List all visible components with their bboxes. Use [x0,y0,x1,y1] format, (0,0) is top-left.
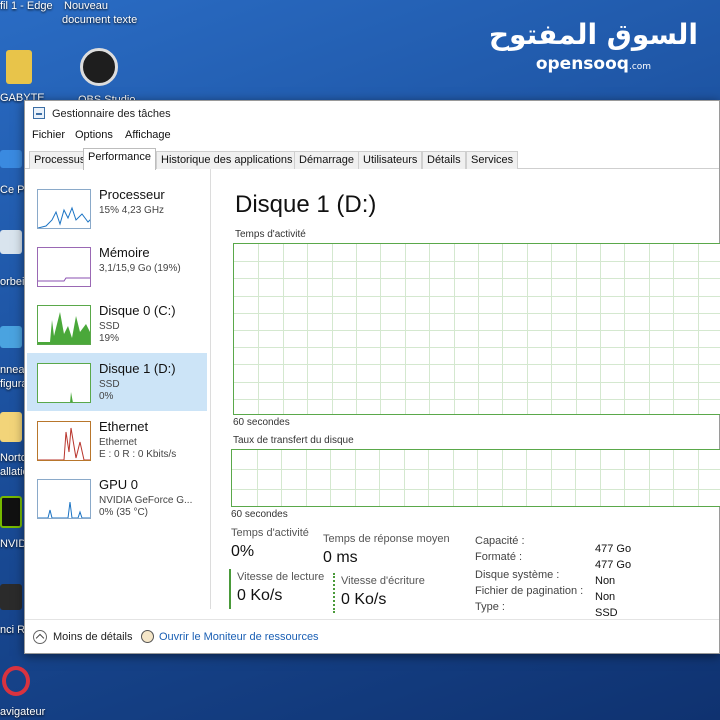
read-speed-value: 0 Ko/s [237,587,283,604]
activity-graph [233,243,720,415]
sidebar-sub: 19% [99,333,120,344]
cpu-thumbnail-graph [37,189,91,229]
transfer-graph-label: Taux de transfert du disque [233,435,354,446]
sidebar-item-processeur[interactable]: Processeur 15% 4,23 GHz [27,179,207,237]
opensooq-watermark: السوق المفتوح opensooq.com [489,18,698,74]
this-pc-icon[interactable] [0,150,22,168]
memory-thumbnail-graph [37,247,91,287]
fewer-details-link[interactable]: Moins de détails [53,631,133,643]
tab-details[interactable]: Détails [422,151,466,169]
sidebar-sub: Ethernet [99,437,137,448]
write-speed-block: Vitesse d'écriture 0 Ko/s [333,573,443,613]
desktop-label-edge[interactable]: fil 1 - Edge [0,0,53,13]
footer-bar: Moins de détails Ouvrir le Moniteur de r… [25,619,719,653]
sidebar-sub: 15% 4,23 GHz [99,205,165,216]
gpu-thumbnail-graph [37,479,91,519]
tab-services[interactable]: Services [466,151,519,169]
sidebar-sub: 0% (35 °C) [99,507,149,518]
performance-sidebar: Processeur 15% 4,23 GHz Mémoire 3,1/15,9… [25,169,211,609]
desktop-label-new-doc-1[interactable]: Nouveau [64,0,108,13]
resource-monitor-link[interactable]: Ouvrir le Moniteur de ressources [159,631,319,643]
title-bar[interactable]: Gestionnaire des tâches [25,101,719,127]
nvidia-icon[interactable] [0,496,22,528]
sidebar-sub: NVIDIA GeForce G... [99,495,193,506]
sidebar-label: GPU 0 [99,477,139,492]
page-file-label: Fichier de pagination : [475,585,584,597]
sidebar-label: Disque 0 (C:) [99,303,176,318]
resource-monitor-icon[interactable] [141,630,154,643]
formatted-label: Formaté : [475,551,523,563]
opera-browser-icon[interactable] [2,666,30,696]
task-manager-window: Gestionnaire des tâches Fichier Options … [24,100,720,654]
capacity-label: Capacité : [475,535,525,547]
activity-graph-label: Temps d'activité [235,229,306,240]
desktop-label-recycle-bin[interactable]: orbei [0,276,24,289]
ethernet-thumbnail-graph [37,421,91,461]
menu-options[interactable]: Options [75,129,113,141]
sidebar-item-memoire[interactable]: Mémoire 3,1/15,9 Go (19%) [27,237,207,295]
tab-utilisateurs[interactable]: Utilisateurs [358,151,423,169]
obs-studio-icon[interactable] [80,48,118,86]
recycle-bin-icon[interactable] [0,230,22,254]
system-disk-label: Disque système : [475,569,560,581]
desktop-label-new-doc-2[interactable]: document texte [62,14,137,27]
watermark-arabic: السوق المفتوح [488,18,698,51]
task-manager-icon [33,107,45,119]
tab-demarrage[interactable]: Démarrage [294,151,360,169]
control-panel-icon[interactable] [0,326,22,348]
transfer-graph-timespan: 60 secondes [231,509,288,520]
capacity-value: 477 Go [595,543,632,555]
write-speed-label: Vitesse d'écriture [341,575,425,587]
sidebar-sub: 0% [99,391,114,402]
window-title: Gestionnaire des tâches [52,108,171,120]
response-time-value: 0 ms [323,549,358,566]
watermark-latin: opensooq.com [535,54,652,74]
disk0-thumbnail-graph [37,305,91,345]
tab-strip: Processus Performance Historique des app… [25,147,719,170]
sidebar-label: Processeur [99,187,165,202]
read-speed-label: Vitesse de lecture [237,571,325,583]
sidebar-label: Ethernet [99,419,149,434]
activity-time-label: Temps d'activité [231,527,309,539]
response-time-label: Temps de réponse moyen [323,533,450,545]
menu-affichage[interactable]: Affichage [125,129,171,141]
sidebar-sub: E : 0 R : 0 Kbits/s [99,449,177,460]
disk1-thumbnail-graph [37,363,91,403]
sidebar-item-gpu-0[interactable]: GPU 0 NVIDIA GeForce G... 0% (35 °C) [27,469,207,527]
sidebar-item-disque-1[interactable]: Disque 1 (D:) SSD 0% [27,353,207,411]
gigabyte-folder-icon[interactable] [6,50,32,84]
sidebar-sub: SSD [99,379,120,390]
sidebar-sub: 3,1/15,9 Go (19%) [99,263,181,274]
tab-performance[interactable]: Performance [83,148,156,170]
type-label: Type : [475,601,505,613]
chevron-up-icon[interactable] [33,630,47,644]
transfer-graph [231,449,720,507]
tab-historique[interactable]: Historique des applications [156,151,298,169]
desktop-label-browser[interactable]: avigateur [0,706,45,719]
read-speed-block: Vitesse de lecture 0 Ko/s [229,569,329,609]
disk-detail-panel: Disque 1 (D:) Temps d'activité 60 second… [225,169,720,649]
davinci-resolve-icon[interactable] [0,584,22,610]
norton-icon[interactable] [0,412,22,442]
menu-bar: Fichier Options Affichage [25,127,719,147]
sidebar-item-ethernet[interactable]: Ethernet Ethernet E : 0 R : 0 Kbits/s [27,411,207,469]
sidebar-item-disque-0[interactable]: Disque 0 (C:) SSD 19% [27,295,207,353]
tab-processus[interactable]: Processus [29,151,91,169]
page-title: Disque 1 (D:) [235,191,377,218]
sidebar-label: Disque 1 (D:) [99,361,176,376]
desktop-label-norton-1[interactable]: Norto [0,452,27,465]
sidebar-sub: SSD [99,321,120,332]
formatted-value: 477 Go [595,559,632,571]
system-disk-value: Non [595,575,616,587]
activity-time-value: 0% [231,543,255,560]
page-file-value: Non [595,591,616,603]
menu-fichier[interactable]: Fichier [32,129,65,141]
write-speed-value: 0 Ko/s [341,591,387,608]
type-value: SSD [595,607,618,619]
activity-graph-timespan: 60 secondes [233,417,290,428]
sidebar-label: Mémoire [99,245,150,260]
